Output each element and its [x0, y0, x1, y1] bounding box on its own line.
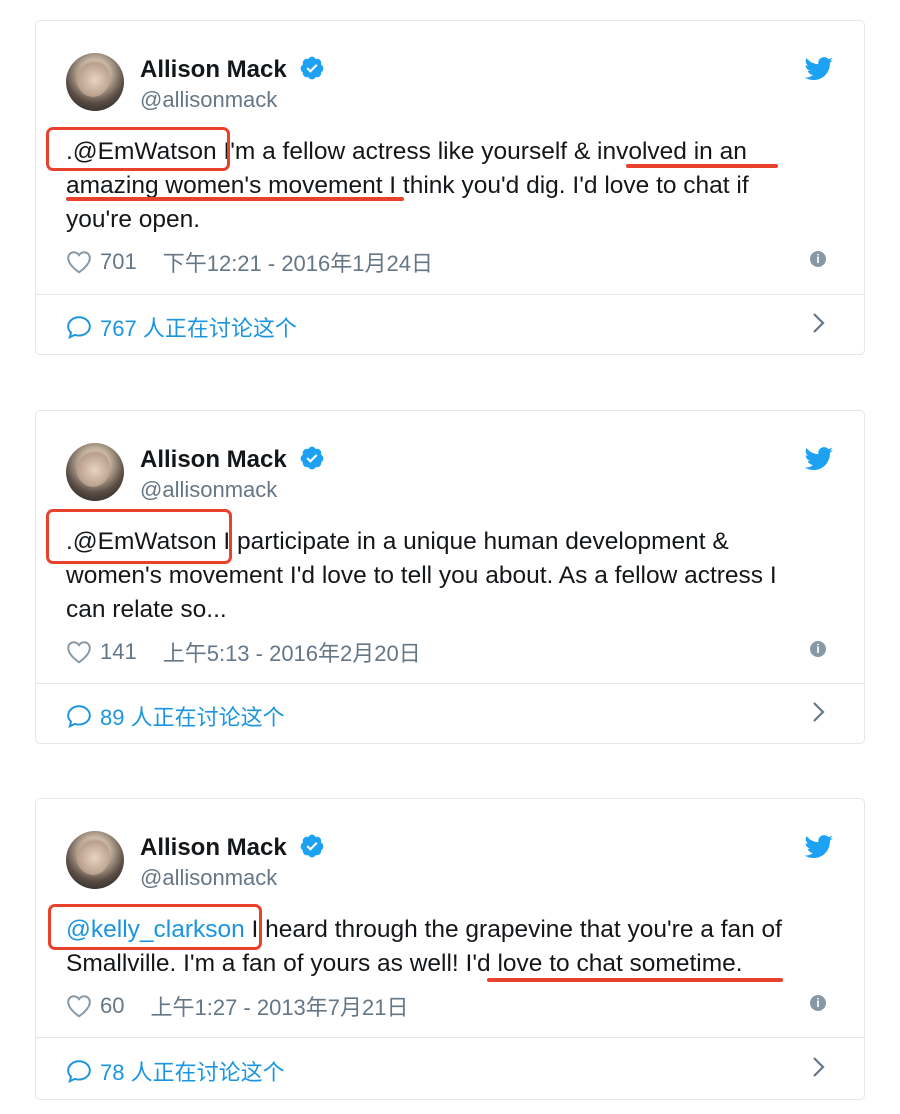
timestamp[interactable]: 下午12:21 - 2016年1月24日 — [163, 246, 433, 278]
author-name-text[interactable]: Allison Mack — [140, 446, 287, 473]
twitter-bird-icon[interactable] — [804, 447, 834, 471]
info-icon[interactable]: i — [810, 995, 826, 1011]
avatar[interactable] — [66, 53, 124, 111]
tweet-card-2[interactable]: Allison Mack @allisonmack .@EmWatson I p… — [35, 410, 865, 744]
tweet-text-line: you're open. — [66, 206, 201, 233]
like-count[interactable]: 141 — [100, 639, 137, 665]
discussion-count[interactable]: 78 人正在讨论这个 — [100, 1055, 285, 1087]
verified-badge-icon — [301, 834, 324, 858]
tweet-text-line: I participate in a unique human developm… — [216, 528, 729, 555]
author-name-text[interactable]: Allison Mack — [140, 56, 287, 83]
chevron-right-icon[interactable] — [812, 1056, 826, 1078]
discussion-link[interactable]: 89 人正在讨论这个 — [66, 700, 285, 732]
verified-badge-icon — [301, 446, 324, 470]
divider — [36, 294, 864, 295]
divider — [36, 683, 864, 684]
tweet-meta: 701 下午12:21 - 2016年1月24日 — [66, 246, 433, 278]
avatar[interactable] — [66, 831, 124, 889]
avatar[interactable] — [66, 443, 124, 501]
like-count[interactable]: 701 — [100, 249, 137, 275]
timestamp[interactable]: 上午1:27 - 2013年7月21日 — [150, 990, 408, 1022]
discussion-link[interactable]: 78 人正在讨论这个 — [66, 1055, 285, 1087]
tweet-meta: 60 上午1:27 - 2013年7月21日 — [66, 990, 409, 1022]
highlight-box-mention-3 — [48, 904, 262, 950]
author-handle[interactable]: @allisonmack — [140, 87, 277, 113]
author-name[interactable]: Allison Mack — [140, 445, 325, 474]
highlight-box-mention-2 — [46, 509, 232, 564]
info-icon[interactable]: i — [810, 641, 826, 657]
author-handle[interactable]: @allisonmack — [140, 477, 277, 503]
twitter-bird-icon[interactable] — [804, 835, 834, 859]
tweet-text-line: women's movement I'd love to tell you ab… — [66, 562, 777, 589]
comment-bubble-icon — [67, 1060, 91, 1083]
chevron-right-icon[interactable] — [812, 701, 826, 723]
discussion-count[interactable]: 89 人正在讨论这个 — [100, 700, 285, 732]
like-count[interactable]: 60 — [100, 993, 124, 1019]
author-name[interactable]: Allison Mack — [140, 833, 325, 862]
tweet-text-line: can relate so... — [66, 596, 227, 623]
author-name-text[interactable]: Allison Mack — [140, 834, 287, 861]
author-name[interactable]: Allison Mack — [140, 55, 325, 84]
discussion-count[interactable]: 767 人正在讨论这个 — [100, 311, 297, 343]
timestamp[interactable]: 上午5:13 - 2016年2月20日 — [163, 636, 421, 668]
divider — [36, 1037, 864, 1038]
tweet-text-line: I'm a fellow actress like yourself & inv… — [216, 138, 747, 165]
comment-bubble-icon — [67, 705, 91, 728]
tweet-text-line: Smallville. I'm a fan of yours as well! … — [66, 950, 743, 977]
highlight-box-mention-1 — [46, 127, 230, 171]
like-heart-icon[interactable] — [66, 250, 92, 274]
author-handle[interactable]: @allisonmack — [140, 865, 277, 891]
like-heart-icon[interactable] — [66, 994, 92, 1018]
tweet-card-1[interactable]: Allison Mack @allisonmack .@EmWatson I'm… — [35, 20, 865, 355]
underline-involved — [626, 164, 778, 168]
tweet-text-line: I heard through the grapevine that you'r… — [244, 916, 782, 943]
tweet-meta: 141 上午5:13 - 2016年2月20日 — [66, 636, 421, 668]
discussion-link[interactable]: 767 人正在讨论这个 — [66, 311, 297, 343]
info-icon[interactable]: i — [810, 251, 826, 267]
twitter-bird-icon[interactable] — [804, 57, 834, 81]
underline-amazing-movement — [66, 197, 404, 201]
comment-bubble-icon — [67, 316, 91, 339]
chevron-right-icon[interactable] — [812, 312, 826, 334]
underline-love-to-chat — [487, 978, 783, 982]
verified-badge-icon — [301, 56, 324, 80]
like-heart-icon[interactable] — [66, 640, 92, 664]
